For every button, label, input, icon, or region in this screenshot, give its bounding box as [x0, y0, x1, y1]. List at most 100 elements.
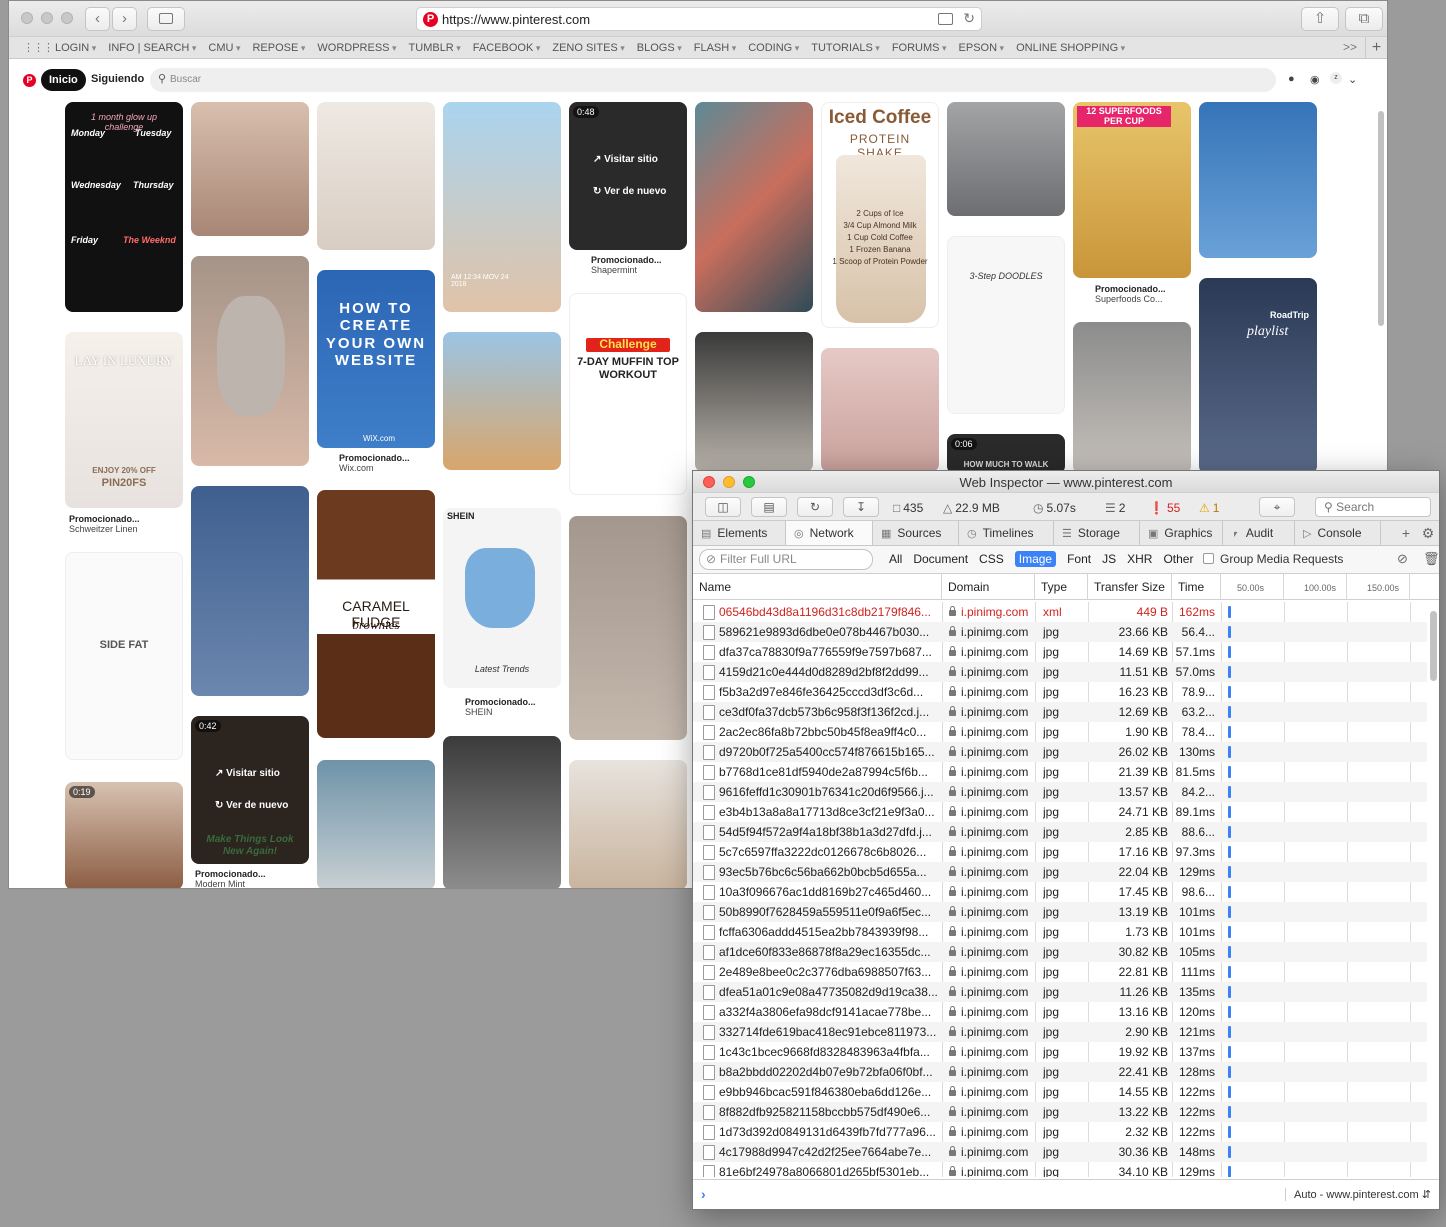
table-row[interactable]: 54d5f94f572a9f4a18bf38b1a3d27dfd.j... i.p… [693, 822, 1427, 842]
pin-create-website[interactable]: HOW TO CREATE YOUR OWN WEBSITE WiX.com [317, 270, 435, 448]
share-button[interactable]: ⇧ [1301, 7, 1339, 31]
tab-network[interactable]: ◎ Network [786, 521, 873, 545]
tab-audit[interactable]: ⎖ Audit [1223, 521, 1295, 545]
pin-caption[interactable]: Promocionado... Superfoods Co... [1095, 284, 1166, 304]
column-transfer-size[interactable]: Transfer Size [1088, 574, 1172, 600]
pin-tattoo-back[interactable] [191, 102, 309, 236]
tab-timelines[interactable]: ◷ Timelines [959, 521, 1054, 545]
following-tab[interactable]: Siguiendo [91, 73, 144, 85]
filter-xhr[interactable]: XHR [1127, 552, 1152, 567]
column-name[interactable]: Name [693, 574, 942, 600]
avatar[interactable]: z [1330, 72, 1342, 84]
filter-js[interactable]: JS [1102, 552, 1116, 567]
request-list-scrollbar[interactable] [1430, 611, 1437, 681]
table-row[interactable]: 1c43c1bcec9668fd8328483963a4fbfa... i.pin… [693, 1042, 1427, 1062]
sidebar-button[interactable] [147, 7, 185, 31]
bookmark-item[interactable]: LOGIN [55, 42, 96, 54]
table-row[interactable]: 06546bd43d8a1196d31c8db2179f846... i.pini… [693, 602, 1427, 622]
pin-caption[interactable]: Promocionado... Modern Mint [195, 869, 266, 888]
pin-shein-bikini[interactable]: SHEIN Latest Trends [443, 508, 561, 688]
table-row[interactable]: b8a2bbdd02202d4b07e9b72bfa06f0bf... i.pin… [693, 1062, 1427, 1082]
pin-glow-up-challenge[interactable]: 1 month glow up challenge Monday Tuesday… [65, 102, 183, 312]
gear-icon[interactable]: ⚙ [1417, 521, 1439, 545]
pin-nails[interactable] [1073, 322, 1191, 474]
bookmark-item[interactable]: CODING [748, 42, 799, 54]
bookmark-item[interactable]: CMU [208, 42, 240, 54]
pin-side-fat[interactable]: SIDE FAT [65, 552, 183, 760]
pin-caption[interactable]: Promocionado... Shapermint [591, 255, 662, 275]
address-bar[interactable]: P https://www.pinterest.com ↻ [416, 7, 982, 31]
chevron-down-icon[interactable]: ⌄ [1348, 73, 1357, 86]
pin-caption[interactable]: Promocionado... Schweitzer Linen [69, 514, 140, 534]
pin-coast-rainbow[interactable] [443, 332, 561, 470]
pin-flower-tattoo[interactable] [569, 516, 687, 740]
execution-context-selector[interactable]: Auto - www.pinterest.com ⇵ [1285, 1188, 1431, 1201]
pin-caption[interactable]: Promocionado... Wix.com [339, 453, 410, 473]
table-row[interactable]: 8f882dfb925821158bccbb575df490e6... i.pin… [693, 1102, 1427, 1122]
pin-iced-coffee-shake[interactable]: Iced Coffee PROTEIN SHAKE 2 Cups of Ice … [821, 102, 939, 328]
pin-pink-decor[interactable] [821, 348, 939, 472]
log-count[interactable]: ☰ 2 [1105, 501, 1125, 515]
pin-caramel-brownies[interactable]: CARAMEL FUDGE brownies [317, 490, 435, 738]
pin-roadtrip-playlist[interactable]: RoadTrip playlist [1199, 278, 1317, 474]
download-button[interactable]: ↧ [843, 497, 879, 517]
filter-other[interactable]: Other [1163, 552, 1193, 567]
table-row[interactable]: 1d73d392d0849131d6439fb7fd777a96... i.pin… [693, 1122, 1427, 1142]
column-time[interactable]: Time [1172, 574, 1221, 600]
disable-cache-icon[interactable]: ⊘ [1397, 551, 1408, 567]
table-row[interactable]: a332f4a3806efa98dcf9141acae778be... i.pin… [693, 1002, 1427, 1022]
pin-braid-video[interactable]: 0:19 [65, 782, 183, 888]
bookmark-item[interactable]: WORDPRESS [317, 42, 396, 54]
pin-doodles[interactable]: 3-Step DOODLES [947, 236, 1065, 414]
pin-painted-rock[interactable] [191, 256, 309, 466]
bookmark-item[interactable]: INFO | SEARCH [108, 42, 196, 54]
inspector-search-input[interactable]: ⚲ Search [1315, 497, 1431, 517]
close-button[interactable] [21, 12, 33, 24]
bookmarks-overflow[interactable]: >> [1343, 40, 1357, 54]
grid-icon[interactable]: ⋮⋮⋮ [23, 41, 54, 54]
reload-page-button[interactable]: ↻ [797, 497, 833, 517]
pin-superfoods[interactable]: 12 SUPERFOODS PER CUP [1073, 102, 1191, 278]
forward-button[interactable]: › [112, 7, 137, 31]
url-text[interactable]: https://www.pinterest.com [442, 12, 590, 27]
table-row[interactable]: ce3df0fa37dcb573b6c958f3f136f2cd.j... i.p… [693, 702, 1427, 722]
home-tab[interactable]: Inicio [41, 69, 86, 91]
pin-modern-mint-video[interactable]: 0:42 ↗ Visitar sitio ↻ Ver de nuevo Make… [191, 716, 309, 864]
bookmark-item[interactable]: EPSON [959, 42, 1005, 54]
new-tab-button[interactable]: + [1365, 37, 1387, 58]
bookmark-item[interactable]: ONLINE SHOPPING [1016, 42, 1125, 54]
watch-again-link[interactable]: ↻ Ver de nuevo [593, 186, 666, 197]
pin-lay-in-luxury[interactable]: LAY IN LUXURY ENJOY 20% OFF PIN20FS [65, 332, 183, 508]
table-row[interactable]: 93ec5b76bc6c56ba662b0bcb5d655a... i.pinim… [693, 862, 1427, 882]
error-count[interactable]: ❗ 55 [1149, 501, 1180, 515]
console-prompt-icon[interactable]: › [701, 1186, 706, 1202]
table-row[interactable]: 10a3f096676ac1dd8169b27c465d460... i.pini… [693, 882, 1427, 902]
column-type[interactable]: Type [1035, 574, 1088, 600]
tab-console[interactable]: ▷ Console [1295, 521, 1381, 545]
table-row[interactable]: fcffa6306addd4515ea2bb7843939f98... i.pin… [693, 922, 1427, 942]
bookmark-item[interactable]: BLOGS [637, 42, 682, 54]
tab-storage[interactable]: ☰ Storage [1054, 521, 1140, 545]
table-row[interactable]: e9bb946bcac591f846380eba6dd126e... i.pini… [693, 1082, 1427, 1102]
pin-walk-video[interactable]: 0:06 HOW MUCH TO WALK [947, 434, 1065, 474]
pin-camera-photo[interactable]: AM 12:34 MOV 24 2018 [443, 102, 561, 312]
table-row[interactable]: b7768d1ce81df5940de2a87994c5f6b... i.pini… [693, 762, 1427, 782]
reload-icon[interactable]: ↻ [963, 10, 975, 27]
pin-aesthetic-collage[interactable] [695, 102, 813, 312]
table-row[interactable]: dfea51a01c9e08a47735082d9d19ca38... i.pin… [693, 982, 1427, 1002]
filter-all[interactable]: All [889, 552, 902, 567]
search-input[interactable]: ⚲ Buscar [150, 68, 1276, 92]
bookmark-item[interactable]: FLASH [694, 42, 737, 54]
reader-icon[interactable] [938, 13, 953, 25]
bookmark-item[interactable]: REPOSE [252, 42, 305, 54]
filter-font[interactable]: Font [1067, 552, 1091, 567]
tab-graphics[interactable]: ▣ Graphics [1140, 521, 1223, 545]
pin-man-selfie[interactable] [569, 760, 687, 888]
minimize-button[interactable] [41, 12, 53, 24]
element-picker-button[interactable]: ⌖ [1259, 497, 1295, 517]
bookmark-item[interactable]: TUMBLR [409, 42, 461, 54]
table-row[interactable]: 81e6bf24978a8066801d265bf5301eb... i.pini… [693, 1162, 1427, 1177]
tabs-button[interactable]: ⧉ [1345, 7, 1383, 31]
table-row[interactable]: f5b3a2d97e846fe36425cccd3df3c6d... i.pini… [693, 682, 1427, 702]
group-media-checkbox[interactable] [1203, 553, 1214, 564]
